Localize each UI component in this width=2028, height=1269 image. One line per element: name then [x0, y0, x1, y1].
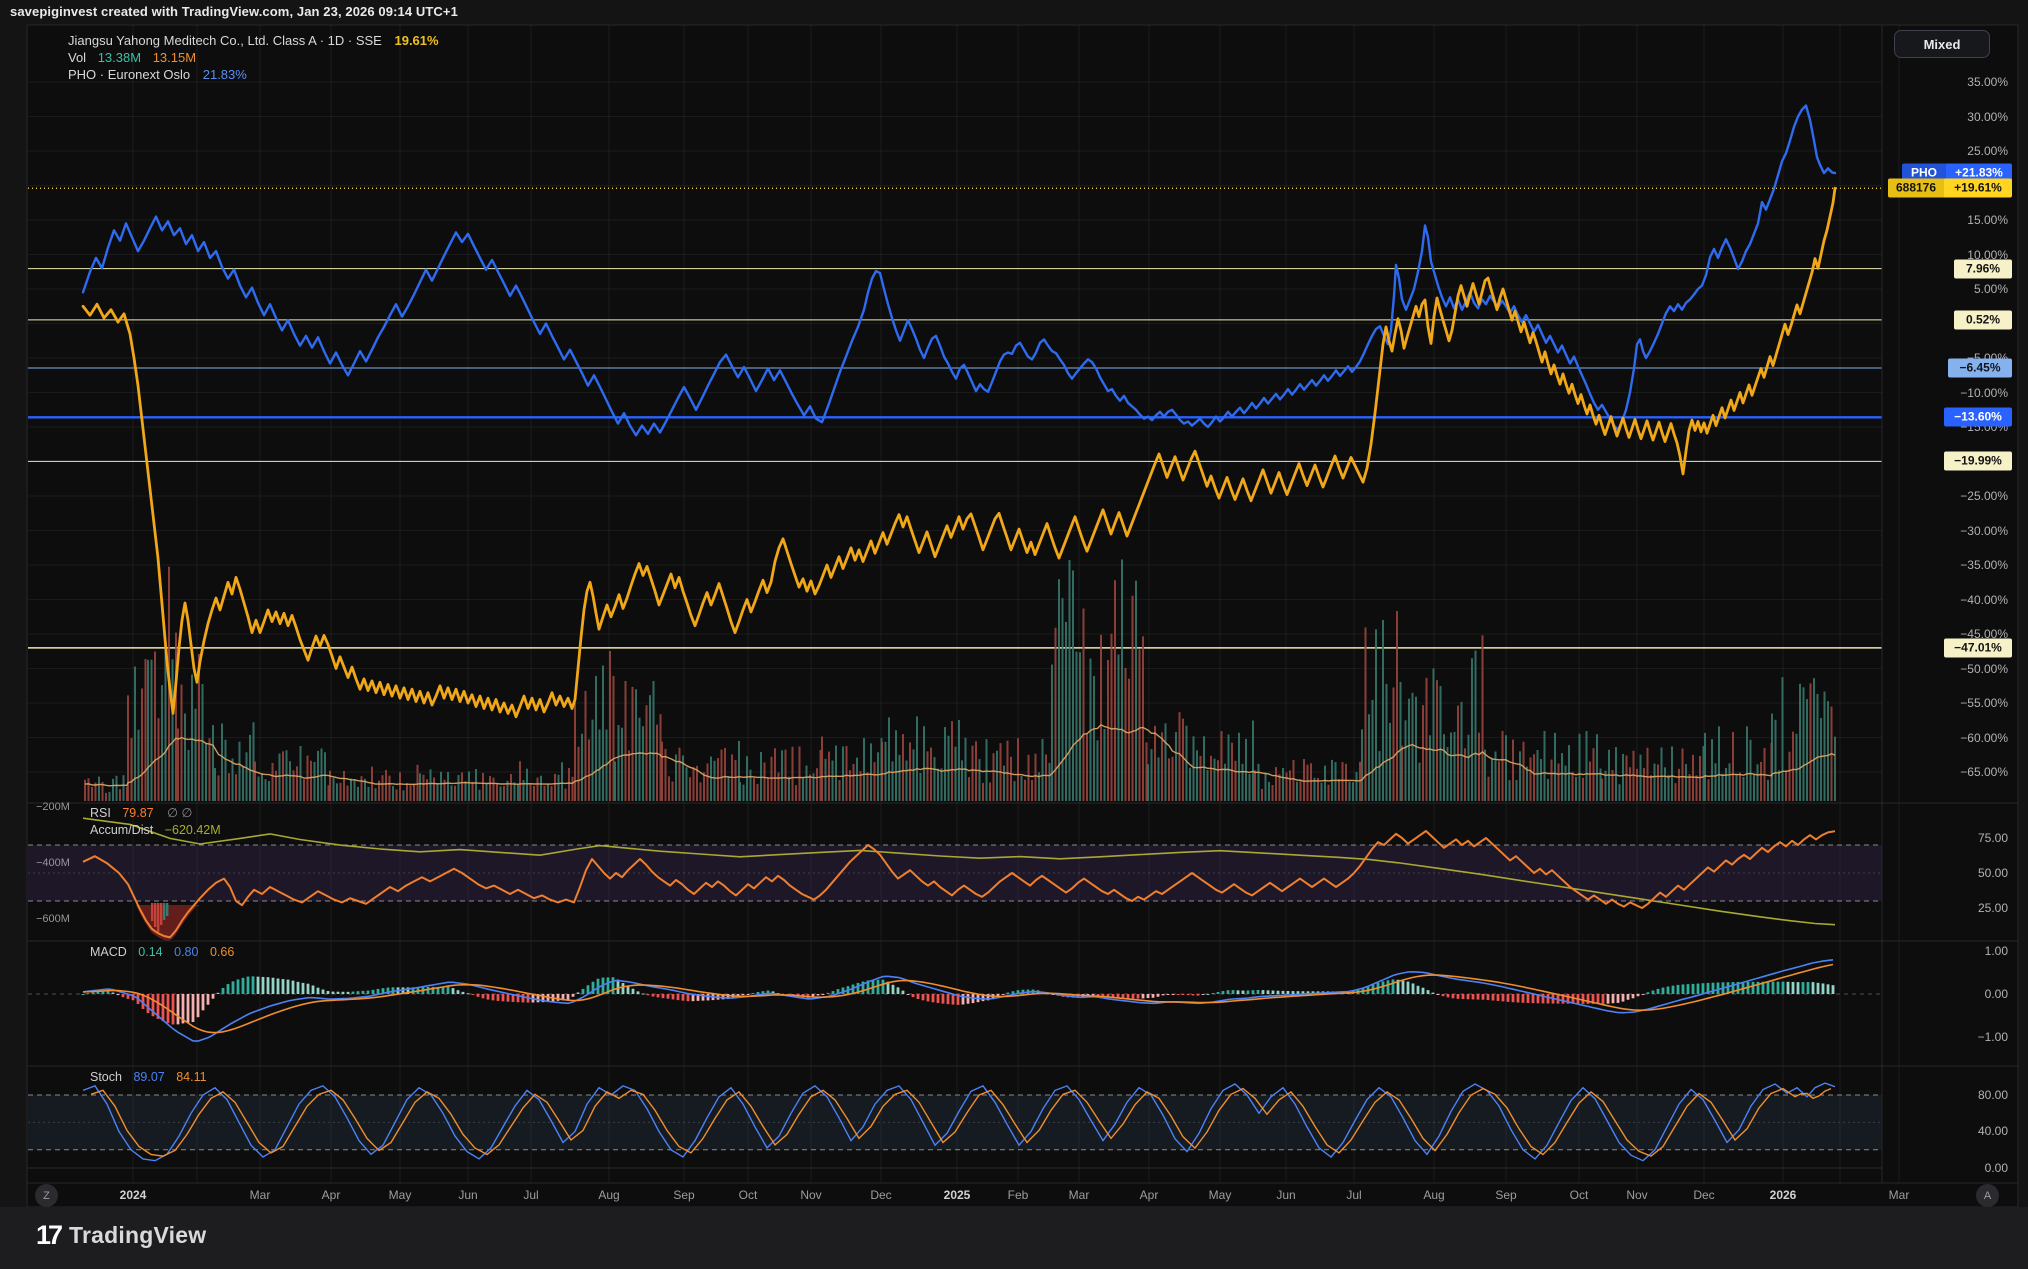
macd-label: MACD	[90, 945, 127, 959]
rsi-value: 79.87	[122, 806, 153, 820]
stoch-d-value: 84.11	[176, 1070, 206, 1084]
symbol-change: 19.61%	[394, 33, 438, 48]
legend-macd[interactable]: MACD 0.14 0.80 0.66	[90, 945, 234, 959]
mixed-scale-button[interactable]: Mixed	[1894, 30, 1990, 58]
macd-hist-value: 0.14	[138, 945, 162, 959]
legend-volume[interactable]: Vol 13.38M 13.15M	[68, 50, 196, 65]
tradingview-logo-text: TradingView	[69, 1222, 206, 1249]
legend-accum-dist[interactable]: Accum/Dist −620.42M	[90, 823, 221, 837]
accum-dist-value: −620.42M	[165, 823, 221, 837]
symbol-title: Jiangsu Yahong Meditech Co., Ltd. Class …	[68, 33, 382, 48]
macd-line-value: 0.80	[174, 945, 198, 959]
auto-scale-button[interactable]: A	[1976, 1184, 1999, 1207]
legend-compare-symbol[interactable]: PHO · Euronext Oslo 21.83%	[68, 67, 247, 82]
tradingview-logo[interactable]: 17 TradingView	[36, 1220, 206, 1251]
legend-stoch[interactable]: Stoch 89.07 84.11	[90, 1070, 207, 1084]
macd-signal-value: 0.66	[210, 945, 234, 959]
stoch-label: Stoch	[90, 1070, 122, 1084]
volume-value: 13.38M	[98, 50, 141, 65]
stoch-k-value: 89.07	[133, 1070, 164, 1084]
compare-change: 21.83%	[203, 67, 247, 82]
footer-strip	[0, 1207, 2028, 1269]
tradingview-chart-window: savepiginvest created with TradingView.c…	[0, 0, 2028, 1269]
zoom-out-button[interactable]: Z	[35, 1184, 58, 1207]
chart-canvas[interactable]	[0, 0, 2028, 1269]
volume-label: Vol	[68, 50, 86, 65]
legend-main-symbol[interactable]: Jiangsu Yahong Meditech Co., Ltd. Class …	[68, 33, 439, 48]
compare-title: PHO · Euronext Oslo	[68, 67, 190, 82]
rsi-null-values: ∅ ∅	[167, 806, 192, 820]
legend-rsi[interactable]: RSI 79.87 ∅ ∅	[90, 805, 192, 820]
volume-ma-value: 13.15M	[153, 50, 196, 65]
rsi-label: RSI	[90, 806, 111, 820]
tradingview-logo-icon: 17	[36, 1220, 60, 1251]
credit-line: savepiginvest created with TradingView.c…	[10, 4, 458, 19]
accum-dist-label: Accum/Dist	[90, 823, 153, 837]
